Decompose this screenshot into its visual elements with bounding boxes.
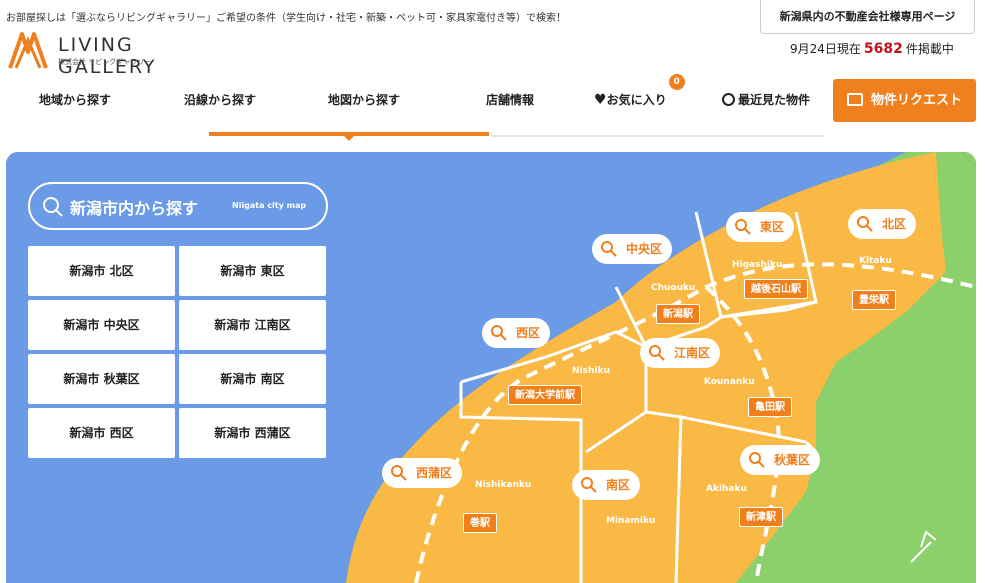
logo-name: LIVING GALLERY — [58, 34, 157, 78]
map-pill-minami[interactable]: 南区 — [572, 470, 641, 500]
logo-subtitle: 株式会社 リビングギャラリー — [58, 58, 152, 66]
roman-minami: Minamiku — [606, 516, 656, 526]
clock-icon — [722, 93, 735, 106]
ward-button-higashi[interactable]: 新潟市 東区 — [179, 246, 326, 296]
pill-label: 江南区 — [674, 346, 711, 360]
station-niigata[interactable]: 新潟駅 — [656, 304, 700, 324]
search-subtitle: Niigata city map — [232, 201, 307, 210]
pill-label: 西区 — [516, 326, 541, 340]
pill-label: 中央区 — [626, 242, 663, 256]
listing-count: 9月24日現在 5682 件掲載中 — [790, 40, 954, 57]
pill-label: 南区 — [606, 478, 631, 492]
favorites-label: お気に入り — [606, 93, 667, 107]
station-niigata-daigakumae[interactable]: 新潟大学前駅 — [508, 385, 582, 405]
pill-label: 北区 — [882, 217, 907, 231]
nav-map[interactable]: 地図から探す — [309, 78, 419, 122]
city-map-search[interactable]: 新潟市内から探す Niigata city map — [28, 182, 328, 230]
count-date: 9月24日現在 — [790, 42, 861, 56]
site-header: お部屋探しは「選ぶならリビングギャラリー」ご希望の条件（学生向け・社宅・新築・ペ… — [0, 0, 985, 150]
request-label: 物件リクエスト — [870, 93, 962, 108]
roman-akiha: Akihaku — [706, 484, 747, 494]
logo-mark-icon — [8, 32, 48, 69]
station-echigo-ishiyama[interactable]: 越後石山駅 — [744, 279, 808, 299]
recent-label: 最近見た物件 — [738, 93, 811, 107]
nav-area[interactable]: 地域から探す — [20, 78, 130, 122]
heart-icon: ♥ — [594, 92, 607, 108]
search-title: 新潟市内から探す — [70, 199, 199, 218]
count-suffix: 件掲載中 — [905, 42, 954, 56]
ward-button-akiha[interactable]: 新潟市 秋葉区 — [28, 354, 175, 404]
pill-label: 秋葉区 — [774, 453, 811, 467]
station-kameda[interactable]: 亀田駅 — [748, 397, 792, 417]
pill-label: 東区 — [760, 220, 785, 234]
nav-active-caret — [344, 136, 354, 141]
tagline: お部屋探しは「選ぶならリビングギャラリー」ご希望の条件（学生向け・社宅・新築・ペ… — [6, 13, 566, 24]
count-number: 5682 — [863, 41, 903, 57]
map-pill-higashi[interactable]: 東区 — [726, 212, 795, 242]
pill-label: 西蒲区 — [416, 466, 453, 480]
business-page-link[interactable]: 新潟県内の不動産会社様専用ページ — [760, 0, 975, 34]
ward-button-chuo[interactable]: 新潟市 中央区 — [28, 300, 175, 350]
roman-nishi: Nishiku — [572, 366, 610, 376]
search-icon — [857, 216, 873, 232]
station-niitsu[interactable]: 新津駅 — [739, 507, 783, 527]
map-pill-konan[interactable]: 江南区 — [640, 338, 721, 368]
roman-konan: Kounanku — [704, 377, 755, 387]
favorites-count-badge: 0 — [668, 74, 685, 90]
nav-recent[interactable]: 最近見た物件 — [722, 78, 832, 122]
property-request-button[interactable]: 物件リクエスト — [833, 79, 976, 122]
nav-divider — [491, 135, 825, 137]
nav-favorites[interactable]: ♥お気に入り0 — [594, 74, 704, 122]
roman-kita: Kitaku — [859, 256, 892, 266]
chat-icon — [846, 93, 863, 106]
roman-higashi: Higashiku — [732, 260, 783, 270]
roman-nishikan: Nishikanku — [475, 480, 532, 490]
map-pill-kita[interactable]: 北区 — [848, 209, 917, 239]
logo[interactable]: LIVING GALLERY 株式会社 リビングギャラリー — [6, 30, 226, 78]
search-icon — [649, 345, 665, 361]
map-pill-chuo[interactable]: 中央区 — [592, 234, 673, 264]
ward-button-kita[interactable]: 新潟市 北区 — [28, 246, 175, 296]
search-icon — [581, 477, 597, 493]
ward-button-konan[interactable]: 新潟市 江南区 — [179, 300, 326, 350]
ward-button-nishikan[interactable]: 新潟市 西蒲区 — [179, 408, 326, 458]
nav-store[interactable]: 店舗情報 — [455, 78, 565, 122]
roman-chuo: Chuouku — [651, 283, 696, 293]
map-pill-akiha[interactable]: 秋葉区 — [740, 445, 821, 475]
search-icon — [43, 197, 63, 217]
station-maki[interactable]: 巻駅 — [463, 513, 497, 533]
station-toyosaka[interactable]: 豊栄駅 — [852, 290, 896, 310]
ward-button-nishi[interactable]: 新潟市 西区 — [28, 408, 175, 458]
nav-line[interactable]: 沿線から探す — [165, 78, 275, 122]
search-icon — [391, 465, 407, 481]
search-icon — [491, 325, 507, 341]
search-icon — [601, 241, 617, 257]
map-pill-nishi[interactable]: 西区 — [482, 318, 551, 348]
ward-button-minami[interactable]: 新潟市 南区 — [179, 354, 326, 404]
search-icon — [749, 452, 765, 468]
search-icon — [735, 219, 751, 235]
niigata-city-map: 新潟市内から探す Niigata city map 新潟市 北区 新潟市 東区 … — [6, 152, 976, 583]
map-pill-nishikan[interactable]: 西蒲区 — [382, 458, 463, 488]
